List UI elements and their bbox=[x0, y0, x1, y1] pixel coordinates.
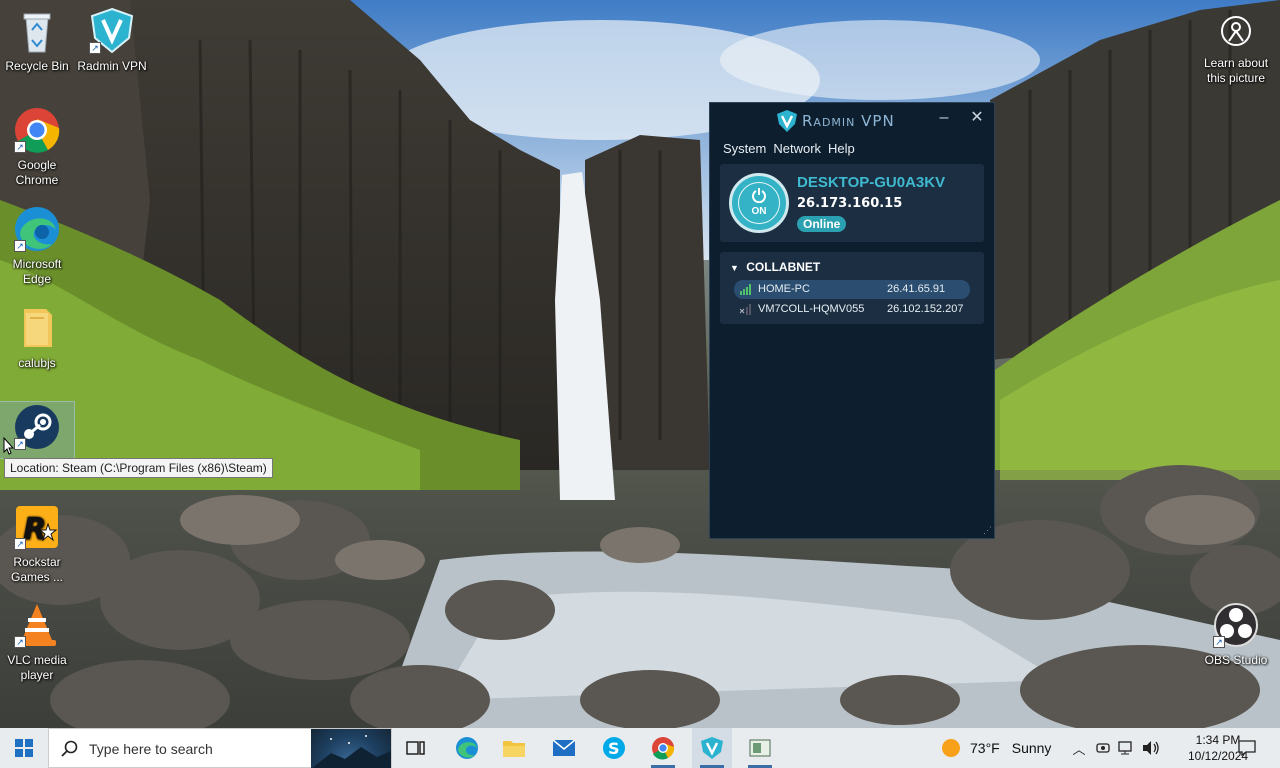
desktop-icon-obs-studio[interactable]: ↗ OBS Studio bbox=[1199, 600, 1273, 668]
taskbar-edge[interactable] bbox=[447, 728, 487, 768]
desktop-icon-vlc[interactable]: ↗ VLC media player bbox=[0, 600, 74, 683]
weather-temp: 73°F bbox=[970, 740, 1000, 756]
edge-icon bbox=[456, 737, 478, 759]
taskbar-app[interactable] bbox=[740, 728, 780, 768]
close-button[interactable]: ✕ bbox=[964, 107, 990, 131]
radmin-vpn-window[interactable]: Radmin VPN – ✕ System Network Help ON DE… bbox=[709, 102, 995, 539]
location-tooltip: Location: Steam (C:\Program Files (x86)\… bbox=[4, 458, 273, 478]
shortcut-arrow-icon: ↗ bbox=[14, 141, 26, 153]
desktop-wallpaper bbox=[0, 0, 1280, 728]
taskbar-chrome[interactable] bbox=[643, 728, 683, 768]
show-hidden-icons-button[interactable]: ︿ bbox=[1068, 728, 1090, 768]
shortcut-arrow-icon: ↗ bbox=[1213, 636, 1225, 648]
weather-condition: Sunny bbox=[1011, 740, 1052, 756]
file-explorer-icon bbox=[503, 741, 525, 757]
recycle-bin-icon bbox=[12, 6, 62, 56]
radmin-vpn-icon bbox=[701, 737, 723, 759]
peer-row[interactable]: HOME-PC 26.41.65.91 bbox=[734, 280, 970, 299]
tray-network[interactable] bbox=[1116, 728, 1138, 768]
steam-icon: ↗ bbox=[12, 402, 62, 452]
desktop-icon-calubjs[interactable]: calubjs bbox=[0, 303, 74, 371]
desktop-icon-recycle-bin[interactable]: Recycle Bin bbox=[0, 6, 74, 74]
app-logo: Radmin VPN bbox=[776, 109, 895, 133]
peer-row[interactable]: VM7COLL-HQMV055 26.102.152.207 bbox=[734, 300, 970, 319]
desktop-icon-radmin-vpn[interactable]: ↗ Radmin VPN bbox=[75, 6, 149, 74]
sun-icon bbox=[942, 739, 960, 757]
desktop-icon-rockstar-games[interactable]: R ↗ Rockstar Games ... bbox=[0, 502, 74, 585]
volume-icon bbox=[1143, 741, 1159, 755]
search-highlight-image bbox=[311, 729, 391, 768]
status-badge: Online bbox=[797, 216, 847, 232]
tray-volume[interactable] bbox=[1140, 728, 1162, 768]
svg-text:S: S bbox=[608, 739, 620, 758]
shortcut-arrow-icon: ↗ bbox=[89, 42, 101, 54]
peer-name: VM7COLL-HQMV055 bbox=[758, 303, 865, 315]
shortcut-arrow-icon: ↗ bbox=[14, 538, 26, 550]
app-title: Radmin VPN bbox=[802, 112, 895, 130]
menu-bar: System Network Help bbox=[723, 141, 855, 156]
power-label: ON bbox=[751, 206, 767, 217]
edge-icon: ↗ bbox=[12, 204, 62, 254]
resize-grip-icon[interactable]: ⋰ bbox=[983, 525, 992, 536]
shortcut-arrow-icon: ↗ bbox=[14, 438, 26, 450]
collapse-triangle-icon: ▼ bbox=[730, 263, 739, 273]
menu-network[interactable]: Network bbox=[773, 141, 821, 156]
offline-signal-icon bbox=[740, 304, 751, 315]
folder-icon bbox=[12, 303, 62, 353]
peer-name: HOME-PC bbox=[758, 283, 810, 295]
taskbar: Type here to search S 73°F Sunny ︿ 1:34 … bbox=[0, 728, 1280, 768]
generic-app-icon bbox=[749, 739, 771, 757]
vlc-icon: ↗ bbox=[12, 600, 62, 650]
search-box[interactable]: Type here to search bbox=[48, 728, 392, 768]
chevron-up-icon: ︿ bbox=[1072, 741, 1086, 757]
tray-vpn[interactable] bbox=[1093, 728, 1113, 768]
search-placeholder: Type here to search bbox=[89, 741, 213, 757]
search-icon bbox=[61, 740, 78, 757]
task-view-button[interactable] bbox=[398, 728, 434, 768]
mouse-cursor-icon bbox=[3, 437, 15, 455]
network-device-icon bbox=[1096, 743, 1110, 753]
radmin-vpn-icon: ↗ bbox=[87, 6, 137, 56]
power-button[interactable]: ON bbox=[729, 173, 789, 233]
network-header[interactable]: ▼ COLLABNET bbox=[730, 260, 820, 274]
power-icon bbox=[752, 188, 766, 203]
taskbar-skype[interactable]: S bbox=[594, 728, 634, 768]
radmin-vpn-icon bbox=[777, 110, 797, 132]
hostname: DESKTOP-GU0A3KV bbox=[797, 174, 946, 191]
desktop-icon-learn-about-picture[interactable]: Learn about this picture bbox=[1199, 14, 1273, 86]
signal-strength-icon bbox=[740, 284, 751, 295]
skype-icon: S bbox=[603, 737, 625, 759]
notification-icon bbox=[1238, 740, 1256, 756]
desktop-icon-microsoft-edge[interactable]: ↗ Microsoft Edge bbox=[0, 204, 74, 287]
chrome-icon bbox=[652, 737, 675, 760]
peer-ip: 26.41.65.91 bbox=[887, 283, 946, 295]
obs-icon: ↗ bbox=[1211, 600, 1261, 650]
task-view-icon bbox=[406, 741, 425, 755]
start-button[interactable] bbox=[0, 728, 48, 768]
notification-center-button[interactable] bbox=[1234, 728, 1260, 768]
taskbar-radmin-vpn[interactable] bbox=[692, 728, 732, 768]
weather-widget[interactable]: 73°F Sunny bbox=[940, 728, 1070, 768]
peer-ip: 26.102.152.207 bbox=[887, 303, 964, 315]
ip-address: 26.173.160.15 bbox=[797, 196, 903, 211]
minimize-button[interactable]: – bbox=[931, 107, 957, 131]
chrome-icon: ↗ bbox=[12, 105, 62, 155]
network-icon bbox=[1118, 741, 1132, 755]
local-machine-panel: ON DESKTOP-GU0A3KV 26.173.160.15 Online bbox=[720, 164, 984, 242]
windows-logo-icon bbox=[15, 739, 33, 757]
network-name: COLLABNET bbox=[746, 260, 821, 274]
rockstar-icon: R ↗ bbox=[12, 502, 62, 552]
taskbar-mail[interactable] bbox=[544, 728, 584, 768]
shortcut-arrow-icon: ↗ bbox=[14, 240, 26, 252]
taskbar-file-explorer[interactable] bbox=[494, 728, 534, 768]
window-titlebar[interactable]: Radmin VPN – ✕ bbox=[710, 103, 994, 135]
menu-help[interactable]: Help bbox=[828, 141, 855, 156]
desktop-icon-google-chrome[interactable]: ↗ Google Chrome bbox=[0, 105, 74, 188]
menu-system[interactable]: System bbox=[723, 141, 766, 156]
shortcut-arrow-icon: ↗ bbox=[14, 636, 26, 648]
mail-icon bbox=[552, 739, 576, 756]
location-icon bbox=[1219, 14, 1253, 48]
network-panel: ▼ COLLABNET HOME-PC 26.41.65.91 VM7COLL-… bbox=[720, 252, 984, 324]
